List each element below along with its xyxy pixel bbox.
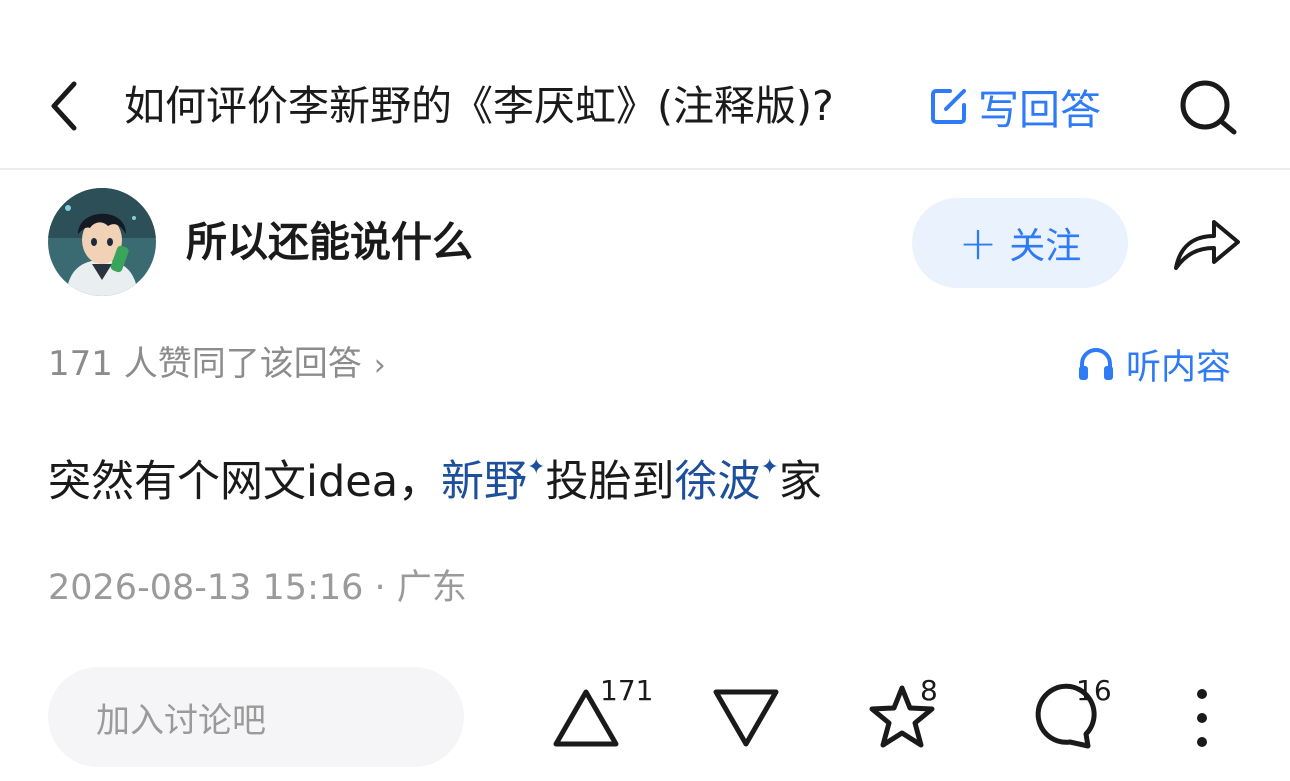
top-nav-bar: 如何评价李新野的《李厌虹》(注释版)? 写回答 — [0, 0, 1290, 170]
avatar[interactable] — [48, 188, 156, 296]
headphones-icon — [1079, 348, 1113, 380]
answer-text-part2: 投胎到 — [545, 457, 675, 507]
favorite-count: 8 — [920, 674, 938, 707]
upvote-count: 171 — [600, 674, 654, 707]
search-icon — [1180, 80, 1237, 135]
listen-label: 听内容 — [1126, 347, 1232, 388]
keyword-link-1[interactable]: 新野 — [441, 457, 527, 507]
downvote-icon — [713, 689, 779, 747]
upvote-button[interactable]: 171 — [550, 674, 653, 756]
comment-input[interactable]: 加入讨论吧 — [48, 667, 464, 767]
answer-text-part1: 突然有个网文idea， — [48, 457, 442, 507]
upvote-summary-text: 171 人赞同了该回答 — [48, 344, 362, 384]
share-icon — [1174, 220, 1240, 270]
avatar-image — [48, 188, 156, 296]
sparkle-icon: ✦ — [760, 455, 779, 480]
author-name[interactable]: 所以还能说什么 — [186, 214, 473, 270]
upvote-summary[interactable]: 171 人赞同了该回答 › — [48, 340, 386, 390]
plus-icon: + — [958, 216, 998, 270]
answer-content: 突然有个网文idea，新野✦投胎到徐波✦家 — [48, 436, 822, 514]
back-button[interactable] — [40, 76, 92, 136]
share-button[interactable] — [1170, 212, 1244, 274]
answer-text-part3: 家 — [778, 457, 822, 507]
favorite-button[interactable]: 8 — [866, 674, 938, 756]
chevron-right-icon: › — [373, 348, 386, 383]
question-title[interactable]: 如何评价李新野的《李厌虹》(注释版)? — [124, 78, 834, 134]
comment-count: 16 — [1076, 674, 1112, 707]
comment-button[interactable]: 16 — [1026, 674, 1112, 756]
more-options-button[interactable] — [1184, 686, 1220, 750]
sparkle-icon: ✦ — [527, 455, 546, 480]
write-answer-button[interactable]: 写回答 — [928, 78, 1101, 134]
search-button[interactable] — [1176, 76, 1240, 140]
chevron-left-icon — [51, 81, 77, 131]
listen-button[interactable]: 听内容 — [1076, 340, 1231, 388]
keyword-link-2[interactable]: 徐波 — [674, 457, 760, 507]
write-answer-label: 写回答 — [978, 86, 1101, 134]
follow-button[interactable]: + 关注 — [912, 198, 1128, 288]
more-vertical-icon — [1197, 689, 1207, 747]
follow-label: 关注 — [1009, 226, 1082, 267]
answer-meta: 2026-08-13 15:16 · 广东 — [48, 568, 467, 608]
edit-icon — [931, 89, 966, 124]
downvote-button[interactable] — [710, 680, 782, 756]
